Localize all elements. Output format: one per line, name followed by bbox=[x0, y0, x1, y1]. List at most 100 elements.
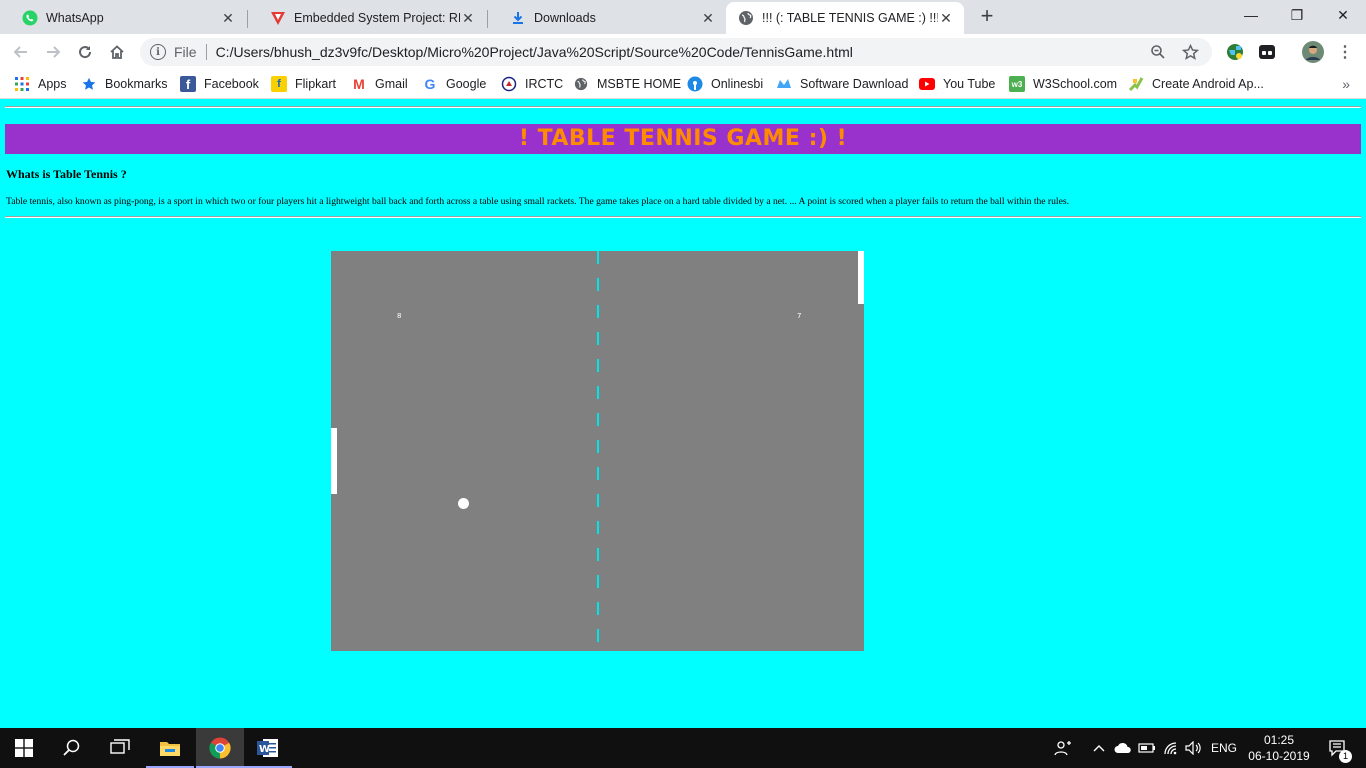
bookmark-label: Create Android Ap... bbox=[1152, 77, 1264, 91]
bookmark-google[interactable]: G Google bbox=[422, 75, 487, 93]
windows-logo-icon bbox=[15, 739, 33, 757]
bookmark-label: IRCTC bbox=[525, 77, 564, 91]
restore-button[interactable]: ❐ bbox=[1274, 0, 1320, 30]
bookmark-create-android[interactable]: Create Android Ap... bbox=[1128, 75, 1264, 93]
bookmark-w3schools[interactable]: w3 W3School.com bbox=[1009, 75, 1117, 93]
embedded-site-icon bbox=[270, 10, 286, 26]
close-window-button[interactable]: ✕ bbox=[1320, 0, 1366, 30]
minimize-button[interactable]: — bbox=[1228, 0, 1274, 30]
bookmark-bookmarks[interactable]: Bookmarks bbox=[81, 75, 168, 93]
close-icon[interactable]: ✕ bbox=[700, 10, 716, 26]
profile-avatar[interactable] bbox=[1302, 41, 1324, 63]
address-url[interactable]: C:/Users/bhush_dz3v9fc/Desktop/Micro%20P… bbox=[216, 44, 1148, 60]
word-icon: W bbox=[257, 739, 278, 757]
irctc-icon bbox=[501, 76, 517, 92]
close-icon[interactable]: ✕ bbox=[938, 10, 954, 26]
bookmark-flipkart[interactable]: f Flipkart bbox=[271, 75, 336, 93]
onedrive-cloud-icon[interactable] bbox=[1113, 728, 1133, 768]
action-center-button[interactable]: 1 bbox=[1318, 728, 1358, 768]
forward-button[interactable] bbox=[40, 39, 66, 65]
back-button[interactable] bbox=[8, 39, 34, 65]
reload-button[interactable] bbox=[72, 39, 98, 65]
youtube-icon bbox=[919, 76, 935, 92]
bookmark-label: Flipkart bbox=[295, 77, 336, 91]
menu-kebab-icon[interactable]: ⋮ bbox=[1335, 42, 1355, 62]
top-divider bbox=[5, 106, 1361, 108]
wifi-icon[interactable] bbox=[1161, 728, 1183, 768]
close-icon[interactable]: ✕ bbox=[460, 10, 476, 26]
star-icon bbox=[81, 76, 97, 92]
people-icon[interactable] bbox=[1052, 728, 1074, 768]
start-button[interactable] bbox=[0, 728, 48, 768]
extension-glasses-icon[interactable] bbox=[1257, 42, 1277, 62]
bookmark-label: Gmail bbox=[375, 77, 408, 91]
arrow-left-icon bbox=[13, 46, 27, 58]
address-divider bbox=[205, 44, 207, 60]
system-clock[interactable]: 01:25 06-10-2019 bbox=[1244, 732, 1314, 764]
bookmark-youtube[interactable]: You Tube bbox=[919, 75, 995, 93]
globe-icon bbox=[738, 10, 754, 26]
page-content: ! TABLE TENNIS GAME :) ! Whats is Table … bbox=[0, 100, 1366, 728]
search-button[interactable] bbox=[48, 728, 96, 768]
bookmark-label: Onlinesbi bbox=[711, 77, 764, 91]
tab-title: Downloads bbox=[534, 11, 596, 25]
bookmarks-bar: Apps Bookmarks f Facebook f Flipkart M G… bbox=[0, 70, 1366, 99]
game-canvas[interactable]: 8 7 bbox=[331, 251, 864, 651]
tab-title: !!! (: TABLE TENNIS GAME :) !!! bbox=[762, 11, 938, 25]
taskbar-file-explorer[interactable] bbox=[146, 728, 194, 768]
tab-embedded-project[interactable]: Embedded System Project: RFID B ✕ bbox=[248, 2, 486, 34]
notification-count-badge: 1 bbox=[1339, 750, 1352, 763]
tab-downloads[interactable]: Downloads ✕ bbox=[488, 2, 726, 34]
left-score: 8 bbox=[397, 312, 402, 320]
bookmark-msbte-home[interactable]: MSBTE HOME bbox=[573, 75, 681, 93]
description-text: Table tennis, also known as ping-pong, i… bbox=[6, 196, 1069, 207]
tab-table-tennis[interactable]: !!! (: TABLE TENNIS GAME :) !!! ✕ bbox=[726, 2, 964, 34]
taskbar-chrome[interactable] bbox=[196, 728, 244, 768]
tab-whatsapp[interactable]: WhatsApp ✕ bbox=[0, 2, 246, 34]
globe-icon bbox=[573, 76, 589, 92]
close-icon[interactable]: ✕ bbox=[220, 10, 236, 26]
right-score: 7 bbox=[797, 312, 802, 320]
extension-globe-icon[interactable] bbox=[1225, 42, 1245, 62]
bookmark-star-icon[interactable] bbox=[1180, 42, 1200, 62]
home-icon bbox=[110, 45, 124, 59]
search-icon bbox=[63, 739, 80, 756]
bookmark-label: W3School.com bbox=[1033, 77, 1118, 91]
bookmark-label: Software Dawnload bbox=[800, 77, 909, 91]
whatsapp-icon bbox=[22, 10, 38, 26]
battery-icon[interactable] bbox=[1137, 728, 1157, 768]
bookmark-software-dawnload[interactable]: Software Dawnload bbox=[776, 75, 908, 93]
zoom-icon[interactable] bbox=[1148, 42, 1168, 62]
address-bar[interactable]: i File C:/Users/bhush_dz3v9fc/Desktop/Mi… bbox=[140, 38, 1212, 66]
folder-icon bbox=[160, 742, 180, 756]
bookmark-label: Bookmarks bbox=[105, 77, 168, 91]
task-view-icon bbox=[110, 739, 130, 754]
chevron-up-icon[interactable] bbox=[1089, 728, 1109, 768]
bookmarks-overflow-button[interactable]: » bbox=[1342, 76, 1350, 92]
bookmark-label: MSBTE HOME bbox=[597, 77, 682, 91]
chrome-icon bbox=[209, 737, 231, 759]
info-icon[interactable]: i bbox=[150, 44, 166, 60]
gmail-icon: M bbox=[353, 76, 365, 92]
taskbar: W ENG 01:25 06-10-2019 1 bbox=[0, 728, 1366, 768]
bookmark-label: Apps bbox=[38, 77, 67, 91]
section-divider bbox=[5, 216, 1361, 218]
arrow-right-icon bbox=[47, 46, 61, 58]
new-tab-button[interactable]: + bbox=[973, 5, 1001, 29]
bookmark-apps[interactable]: Apps bbox=[14, 75, 67, 93]
page-title: ! TABLE TENNIS GAME :) ! bbox=[518, 126, 848, 151]
svg-text:W: W bbox=[259, 744, 270, 755]
language-indicator[interactable]: ENG bbox=[1208, 728, 1240, 768]
tab-title: WhatsApp bbox=[46, 11, 104, 25]
task-view-button[interactable] bbox=[96, 728, 144, 768]
bookmark-facebook[interactable]: f Facebook bbox=[180, 75, 259, 93]
left-paddle[interactable] bbox=[331, 428, 337, 494]
bookmark-irctc[interactable]: IRCTC bbox=[501, 75, 563, 93]
volume-icon[interactable] bbox=[1184, 728, 1204, 768]
taskbar-word[interactable]: W bbox=[244, 728, 292, 768]
bookmark-gmail[interactable]: M Gmail bbox=[351, 75, 408, 93]
google-icon: G bbox=[424, 76, 436, 92]
home-button[interactable] bbox=[104, 39, 130, 65]
tab-strip: WhatsApp ✕ Embedded System Project: RFID… bbox=[0, 0, 1366, 34]
bookmark-onlinesbi[interactable]: Onlinesbi bbox=[687, 75, 763, 93]
